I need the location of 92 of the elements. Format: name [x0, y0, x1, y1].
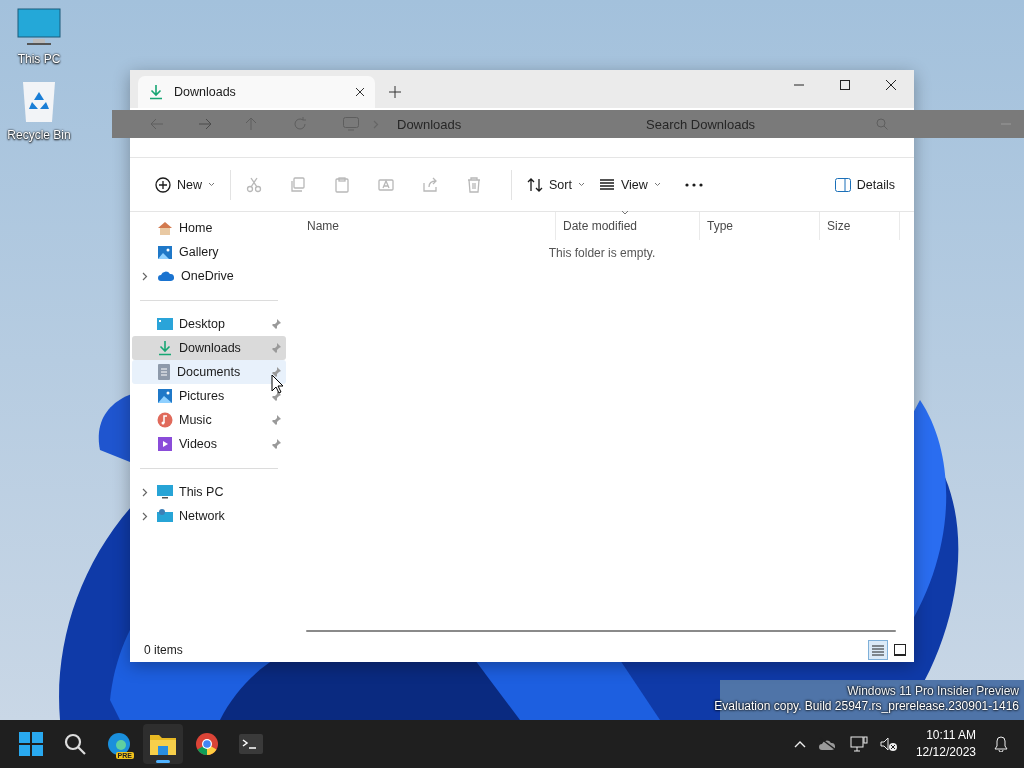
empty-folder-message: This folder is empty.: [548, 246, 656, 260]
share-icon: [422, 176, 438, 193]
chevron-up-icon: [793, 740, 806, 748]
network-icon: [849, 736, 868, 752]
download-icon: [157, 340, 173, 356]
sidebar-item[interactable]: Videos: [132, 432, 286, 456]
home-icon: [157, 220, 173, 236]
lines-icon: [598, 176, 615, 193]
sidebar-item[interactable]: Home: [132, 216, 286, 240]
pin-icon: [270, 414, 282, 426]
clipboard-icon: [334, 176, 350, 193]
windows-logo-icon: [19, 732, 43, 756]
sidebar-item[interactable]: Pictures: [132, 384, 286, 408]
sidebar-item[interactable]: Music: [132, 408, 286, 432]
back-icon: [150, 118, 164, 130]
sort-icon: [527, 176, 543, 193]
pictures-icon: [157, 388, 173, 404]
view-toggle-button[interactable]: [868, 640, 888, 660]
chevron-icon: [141, 487, 148, 497]
chrome-icon: [195, 732, 219, 756]
notification-bell-icon: [994, 736, 1008, 752]
pin-icon: [270, 342, 282, 354]
caret-icon: [208, 182, 215, 187]
video-icon: [157, 436, 173, 452]
close-icon: [355, 87, 365, 97]
scrollbar[interactable]: [306, 630, 896, 632]
details-button[interactable]: Details: [827, 168, 902, 201]
more-icon: [684, 182, 703, 187]
sidebar-item[interactable]: Network: [132, 504, 286, 528]
clock[interactable]: 10:11 AM 12/12/2023: [915, 727, 976, 761]
details-pane-icon: [834, 177, 851, 192]
desktop-icon: [157, 317, 173, 331]
cloud-icon: [157, 270, 175, 282]
maximize-icon: [840, 80, 850, 90]
sidebar-item[interactable]: Documents: [132, 360, 286, 384]
network-icon: [157, 508, 173, 524]
gallery-icon: [157, 244, 173, 260]
speaker-muted-icon: [879, 736, 898, 752]
caret-icon: [653, 182, 661, 187]
search-field[interactable]: Search Downloads: [646, 116, 756, 132]
close-icon: [886, 80, 896, 90]
tiles-view-icon: [894, 644, 906, 656]
toolbar-menu-button[interactable]: View: [591, 168, 668, 201]
rename-icon: [378, 176, 394, 193]
toolbar-menu-button[interactable]: Sort: [520, 168, 592, 201]
sidebar-item[interactable]: OneDrive: [132, 264, 286, 288]
pin-icon: [270, 438, 282, 450]
sidebar-item[interactable]: This PC: [132, 480, 286, 504]
sidebar-item[interactable]: Desktop: [132, 312, 286, 336]
evaluation-watermark-text: Evaluation copy. Build 25947.rs_prerelease.230901-1416: [714, 699, 1019, 714]
pin-icon: [270, 390, 282, 402]
terminal-icon: [239, 734, 263, 754]
mouse-cursor-icon: [271, 374, 284, 394]
column-header[interactable]: Size: [820, 212, 900, 240]
up-icon: [245, 117, 257, 131]
monitor-icon: [157, 484, 173, 500]
music-icon: [157, 412, 173, 428]
search-icon: [876, 118, 888, 130]
forward-icon: [198, 118, 212, 130]
download-icon: [148, 84, 164, 100]
evaluation-watermark-text: Windows 11 Pro Insider Preview: [847, 684, 1019, 699]
chevron-icon: [141, 271, 148, 281]
column-header[interactable]: Type: [700, 212, 820, 240]
plus-icon: [389, 86, 401, 98]
chevron-icon: [141, 511, 148, 521]
monitor-icon: [17, 8, 61, 48]
taskbar-app-button[interactable]: [143, 724, 183, 764]
monitor-icon: [343, 117, 359, 131]
minimize-icon: [794, 84, 804, 86]
tab[interactable]: Downloads: [138, 76, 375, 108]
pin-icon: [270, 318, 282, 330]
sort-caret-icon: [621, 210, 629, 215]
breadcrumb[interactable]: Downloads: [397, 116, 462, 132]
sidebar-item[interactable]: Downloads: [132, 336, 286, 360]
browser-icon: [107, 732, 131, 756]
caret-icon: [577, 182, 585, 187]
plus-circle-icon: [155, 176, 171, 193]
cut-icon: [246, 176, 262, 193]
folder-icon: [150, 733, 176, 755]
copy-icon: [290, 176, 306, 193]
column-header[interactable]: Name: [300, 212, 556, 240]
column-header[interactable]: Date modified: [556, 212, 700, 240]
document-icon: [157, 364, 171, 380]
toolbar-menu-button[interactable]: New: [148, 168, 222, 201]
item-count: 0 items: [144, 643, 184, 657]
refresh-icon: [293, 117, 307, 131]
sidebar-item[interactable]: Gallery: [132, 240, 286, 264]
search-icon: [63, 732, 87, 756]
list-view-icon: [872, 644, 884, 656]
trash-icon: [466, 176, 482, 193]
pin-icon: [270, 366, 282, 378]
cloud-icon: [817, 737, 838, 751]
